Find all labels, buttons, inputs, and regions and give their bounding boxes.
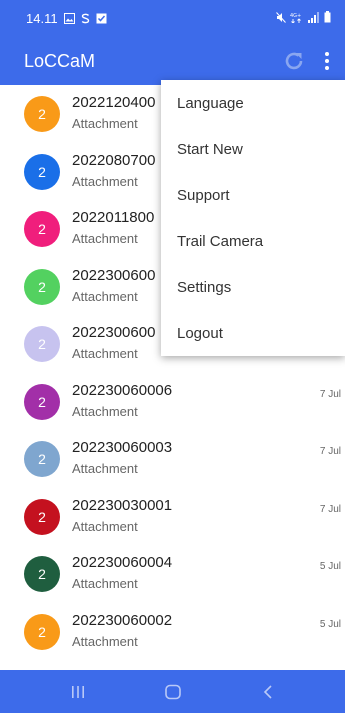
- avatar: 2: [24, 441, 60, 477]
- list-item[interactable]: 2 202230030001 Attachment 7 Jul: [0, 488, 345, 545]
- list-item[interactable]: 2 202230060003 Attachment 7 Jul: [0, 430, 345, 487]
- avatar: 2: [24, 96, 60, 132]
- list-item-title: 202230060006: [72, 381, 173, 399]
- menu-item-language[interactable]: Language: [161, 80, 345, 126]
- list-item[interactable]: 2 202230060006 Attachment 7 Jul: [0, 373, 345, 430]
- app-bar: LoCCaM: [0, 37, 345, 85]
- list-item-date: 5 Jul: [319, 561, 341, 572]
- menu-item-support[interactable]: Support: [161, 172, 345, 218]
- back-icon[interactable]: [253, 677, 283, 707]
- list-item-subtitle: Attachment: [72, 403, 138, 419]
- gallery-icon: [63, 13, 75, 24]
- list-item-subtitle: Attachment: [72, 288, 138, 304]
- signal-icon: [308, 11, 320, 26]
- list-item-date: 7 Jul: [319, 503, 341, 515]
- avatar: 2: [24, 153, 60, 190]
- list-item[interactable]: 2 202230060004 Attachment 5 Jul: [0, 545, 345, 602]
- avatar: 2: [24, 498, 60, 535]
- system-nav-bar: [0, 670, 345, 713]
- recent-apps-icon[interactable]: [63, 677, 93, 707]
- overflow-menu: Language Start New Support Trail Camera Sett…: [161, 80, 345, 356]
- list-item-title: 202230060003: [72, 439, 173, 456]
- menu-item-trail-camera[interactable]: Trail Camera: [161, 218, 345, 264]
- list-item-date: 5 Jul: [319, 618, 341, 630]
- list-item-title: 202230030001: [72, 496, 173, 514]
- svg-text:4G+: 4G+: [290, 13, 301, 19]
- refresh-icon[interactable]: [281, 48, 307, 74]
- avatar: 2: [24, 211, 60, 247]
- list-item-subtitle: Attachment: [72, 576, 138, 591]
- list-item-subtitle: Attachment: [72, 231, 138, 246]
- battery-icon: [324, 11, 331, 26]
- status-time: 14.11: [26, 11, 58, 26]
- list-item-date: 7 Jul: [319, 446, 341, 457]
- s-icon: [80, 13, 91, 24]
- avatar: 2: [24, 613, 60, 650]
- menu-item-logout[interactable]: Logout: [161, 310, 345, 356]
- list-item-subtitle: Attachment: [72, 461, 138, 476]
- list-item[interactable]: 2 202230060002 Attachment 5 Jul: [0, 603, 345, 660]
- status-bar: 14.11 4G+: [0, 0, 345, 37]
- list-item-title: 202230060004: [72, 554, 173, 571]
- home-icon[interactable]: [158, 677, 188, 707]
- list-item[interactable]: [0, 660, 345, 670]
- list-item-subtitle: Attachment: [72, 173, 138, 189]
- menu-item-settings[interactable]: Settings: [161, 264, 345, 310]
- list-item-title: 2022300600: [72, 324, 156, 341]
- avatar: 2: [24, 268, 60, 305]
- list-item-subtitle: Attachment: [72, 116, 138, 131]
- app-title: LoCCaM: [24, 50, 96, 71]
- network-icon: 4G+: [290, 11, 304, 26]
- avatar: 2: [24, 383, 60, 420]
- menu-item-start-new[interactable]: Start New: [161, 126, 345, 172]
- list-item-title: 2022300600: [72, 266, 156, 284]
- list-item-title: 2022080700: [72, 151, 156, 169]
- list-item-subtitle: Attachment: [72, 633, 138, 649]
- list-item-date: 7 Jul: [319, 388, 341, 400]
- avatar: 2: [24, 326, 60, 362]
- mute-icon: [276, 11, 286, 26]
- check-icon: [96, 13, 107, 24]
- list-item-title: 2022011800: [72, 209, 155, 226]
- list-item-subtitle: Attachment: [72, 518, 138, 534]
- list-item-title: 2022120400: [72, 94, 156, 111]
- list-item-subtitle: Attachment: [72, 346, 138, 361]
- avatar: 2: [24, 556, 60, 592]
- more-vert-icon[interactable]: [321, 49, 333, 73]
- list-item-title: 202230060002: [72, 611, 173, 629]
